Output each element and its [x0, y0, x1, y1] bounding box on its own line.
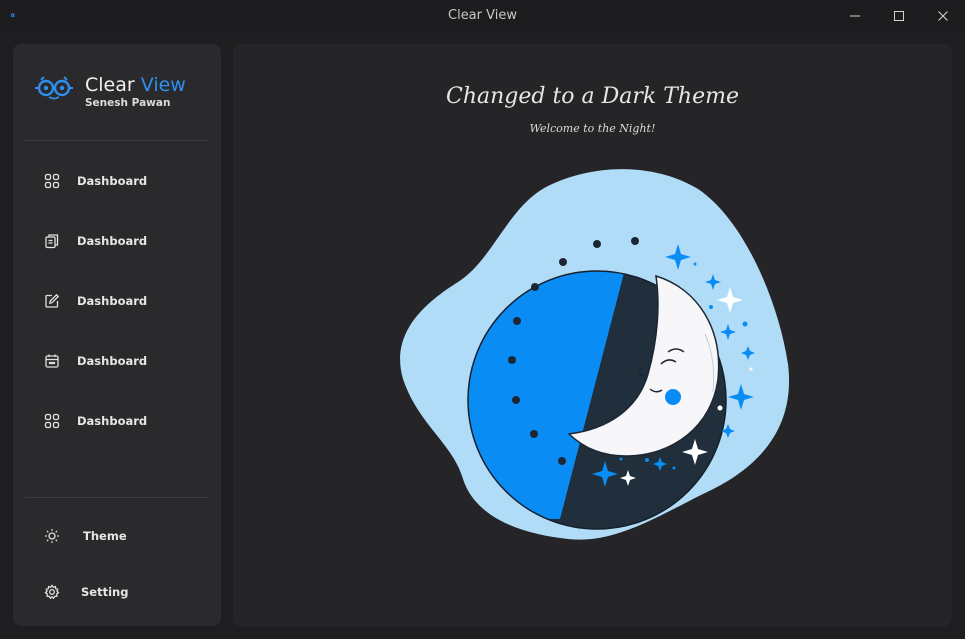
sun-icon: [43, 527, 61, 545]
grid-icon: [43, 412, 61, 430]
sidebar-divider: [25, 140, 209, 141]
sidebar-item-label: Setting: [81, 585, 129, 599]
sidebar-item-dashboard-5[interactable]: Dashboard: [43, 409, 147, 433]
owl-logo-icon: [35, 76, 73, 100]
author-name: Senesh Pawan: [85, 97, 171, 109]
main-panel: Changed to a Dark Theme Welcome to the N…: [233, 44, 952, 626]
sidebar-item-dashboard-3[interactable]: Dashboard: [43, 289, 147, 313]
sidebar-divider: [25, 497, 209, 498]
sidebar-item-label: Dashboard: [77, 294, 148, 308]
minimize-button[interactable]: [833, 0, 877, 32]
sidebar-item-dashboard-1[interactable]: Dashboard: [43, 169, 147, 193]
sidebar-item-label: Dashboard: [77, 354, 148, 368]
app-name-accent: View: [140, 74, 186, 96]
calendar-icon: [43, 352, 61, 370]
sidebar-item-dashboard-4[interactable]: Dashboard: [43, 349, 147, 373]
page-title: Changed to a Dark Theme: [446, 84, 739, 109]
moon-cheek: [665, 389, 681, 405]
sidebar: Clear View Senesh Pawan Dashboard Dashbo…: [13, 44, 221, 626]
close-icon: [938, 11, 948, 21]
sidebar-item-label: Dashboard: [77, 234, 148, 248]
close-button[interactable]: [921, 0, 965, 32]
gear-icon: [43, 583, 61, 601]
logo: Clear View Senesh Pawan: [33, 74, 186, 109]
sidebar-item-setting[interactable]: Setting: [43, 580, 128, 604]
sidebar-item-label: Theme: [83, 529, 127, 543]
documents-icon: [43, 232, 61, 250]
sidebar-item-theme[interactable]: Theme: [43, 524, 127, 548]
page-subtitle: Welcome to the Night!: [529, 122, 656, 135]
title-bar: ∝ Clear View: [0, 0, 965, 32]
app-name-primary: Clear: [85, 74, 135, 96]
sidebar-item-dashboard-2[interactable]: Dashboard: [43, 229, 147, 253]
moon-night-illustration: [400, 169, 790, 540]
edit-icon: [43, 292, 61, 310]
grid-icon: [43, 172, 61, 190]
app-name: Clear View: [85, 74, 186, 96]
minimize-icon: [850, 15, 860, 17]
sidebar-item-label: Dashboard: [77, 414, 148, 428]
maximize-icon: [894, 11, 904, 21]
window-title: Clear View: [448, 8, 517, 23]
maximize-button[interactable]: [877, 0, 921, 32]
sidebar-item-label: Dashboard: [77, 174, 148, 188]
